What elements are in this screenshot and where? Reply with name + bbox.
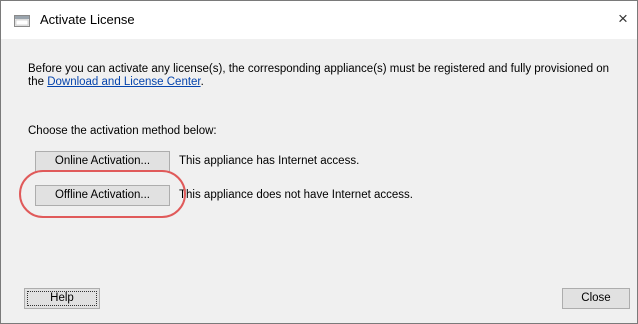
title-bar: Activate License × <box>1 1 637 39</box>
offline-activation-description: This appliance does not have Internet ac… <box>179 189 413 201</box>
dialog-window-icon <box>14 14 30 27</box>
close-button[interactable]: Close <box>562 288 630 309</box>
help-button-label: Help <box>50 292 74 304</box>
download-license-center-link[interactable]: Download and License Center <box>47 76 200 88</box>
window-title: Activate License <box>40 12 135 27</box>
activation-method-prompt: Choose the activation method below: <box>28 125 217 137</box>
intro-suffix: . <box>200 76 204 88</box>
intro-paragraph: Before you can activate any license(s), … <box>28 63 628 89</box>
online-activation-description: This appliance has Internet access. <box>179 155 360 167</box>
activate-license-dialog: Activate License × Before you can activa… <box>0 0 638 324</box>
help-button[interactable]: Help <box>24 288 100 309</box>
dialog-content: Before you can activate any license(s), … <box>1 39 637 323</box>
online-activation-button[interactable]: Online Activation... <box>35 151 170 172</box>
offline-activation-button[interactable]: Offline Activation... <box>35 185 170 206</box>
close-icon[interactable]: × <box>616 10 630 28</box>
